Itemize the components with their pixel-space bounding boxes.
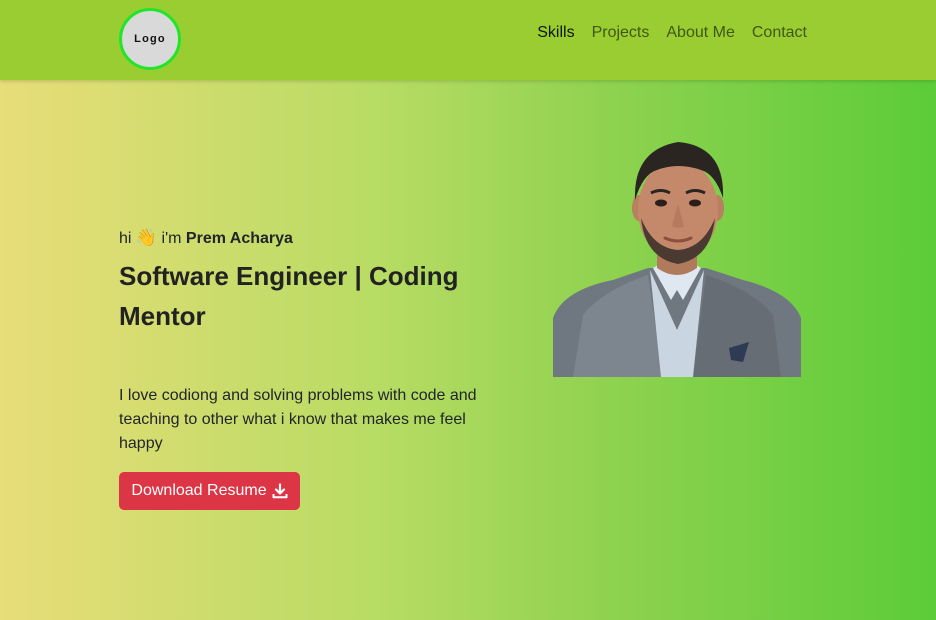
greeting-prefix: hi [119, 230, 132, 247]
nav-links: Skills Projects About Me Contact [537, 24, 807, 42]
nav-link-about-me[interactable]: About Me [666, 24, 734, 42]
greeting-im: i'm [161, 230, 182, 247]
portrait-image [553, 142, 801, 377]
nav-link-skills[interactable]: Skills [537, 24, 574, 42]
logo-text: Logo [134, 33, 166, 45]
person-name: Prem Acharya [185, 230, 293, 247]
download-resume-label: Download Resume [131, 482, 267, 499]
download-icon [272, 483, 288, 499]
hero-section: hi 👋 i'm Prem Acharya Software Engineer … [0, 80, 936, 620]
nav-link-contact[interactable]: Contact [752, 24, 807, 42]
download-resume-button[interactable]: Download Resume [119, 472, 300, 510]
navbar: Logo Skills Projects About Me Contact [0, 0, 936, 80]
profile-photo [553, 140, 801, 377]
headline: Software Engineer | Coding Mentor [119, 261, 459, 331]
bio-text: I love codiong and solving problems with… [119, 387, 477, 452]
waving-hand-icon: 👋 [135, 228, 158, 247]
nav-link-projects[interactable]: Projects [592, 24, 650, 42]
greeting: hi 👋 i'm Prem Acharya [119, 228, 293, 248]
logo[interactable]: Logo [119, 8, 181, 70]
